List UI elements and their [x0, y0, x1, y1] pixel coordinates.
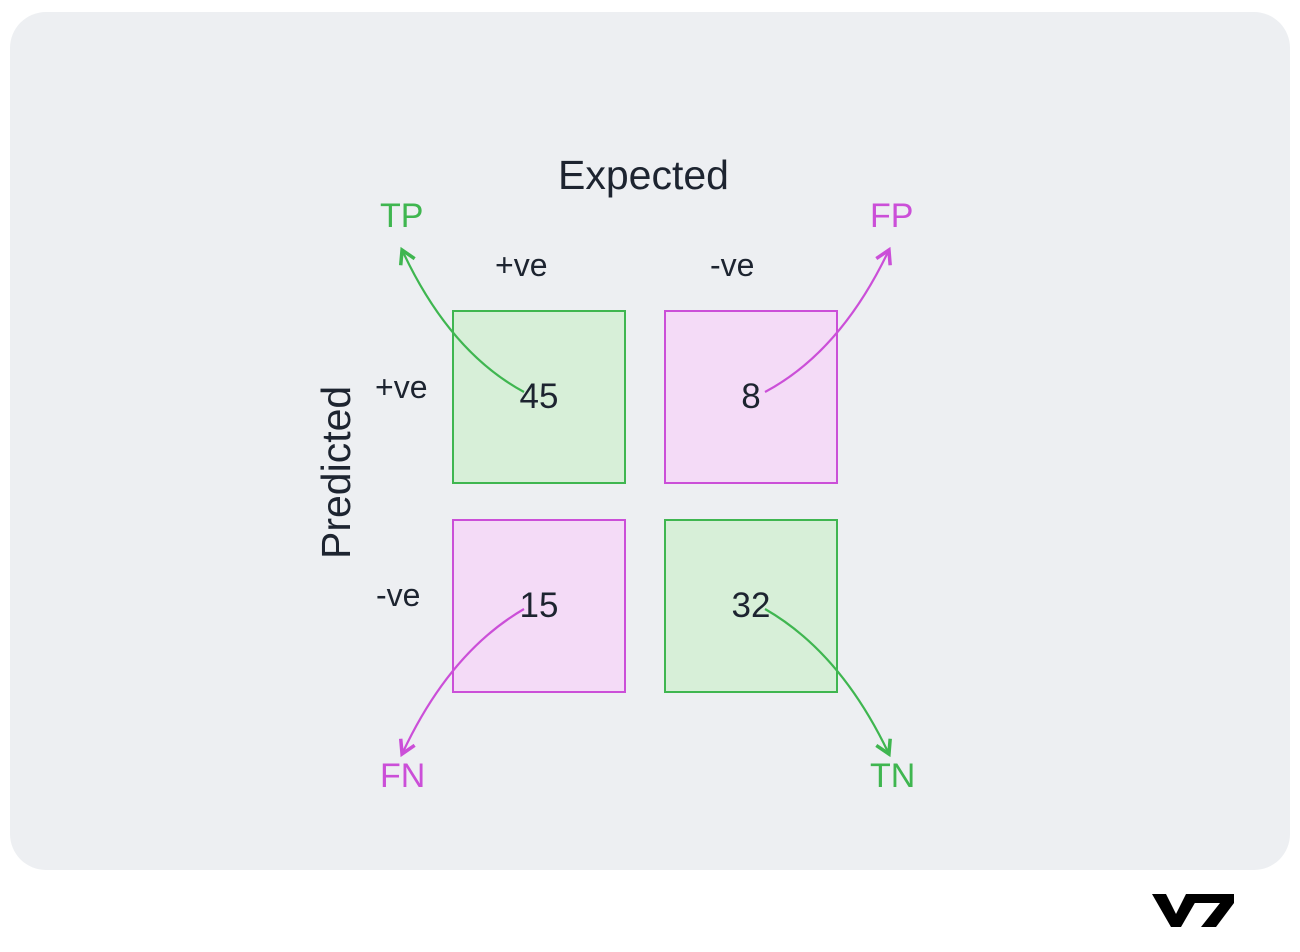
axis-title-expected: Expected — [558, 152, 729, 199]
cell-value-tp: 45 — [520, 377, 559, 417]
cell-value-fp: 8 — [741, 377, 760, 417]
arrows-layer — [10, 12, 1290, 870]
label-tp: TP — [380, 197, 423, 236]
axis-title-predicted: Predicted — [313, 386, 360, 559]
cell-tn: 32 — [664, 519, 838, 693]
cell-tp: 45 — [452, 310, 626, 484]
column-header-negative: -ve — [710, 247, 754, 284]
label-fn: FN — [380, 757, 425, 796]
brand-logo — [1148, 888, 1238, 930]
column-header-positive: +ve — [495, 247, 547, 284]
row-header-positive: +ve — [375, 369, 427, 406]
label-fp: FP — [870, 197, 913, 236]
row-header-negative: -ve — [376, 577, 420, 614]
cell-fp: 8 — [664, 310, 838, 484]
cell-fn: 15 — [452, 519, 626, 693]
v7-logo-icon — [1148, 888, 1238, 930]
cell-value-tn: 32 — [732, 586, 771, 626]
diagram-card: Expected Predicted +ve -ve +ve -ve 45 8 … — [10, 12, 1290, 870]
cell-value-fn: 15 — [520, 586, 559, 626]
confusion-matrix-diagram: Expected Predicted +ve -ve +ve -ve 45 8 … — [10, 12, 1290, 870]
label-tn: TN — [870, 757, 915, 796]
